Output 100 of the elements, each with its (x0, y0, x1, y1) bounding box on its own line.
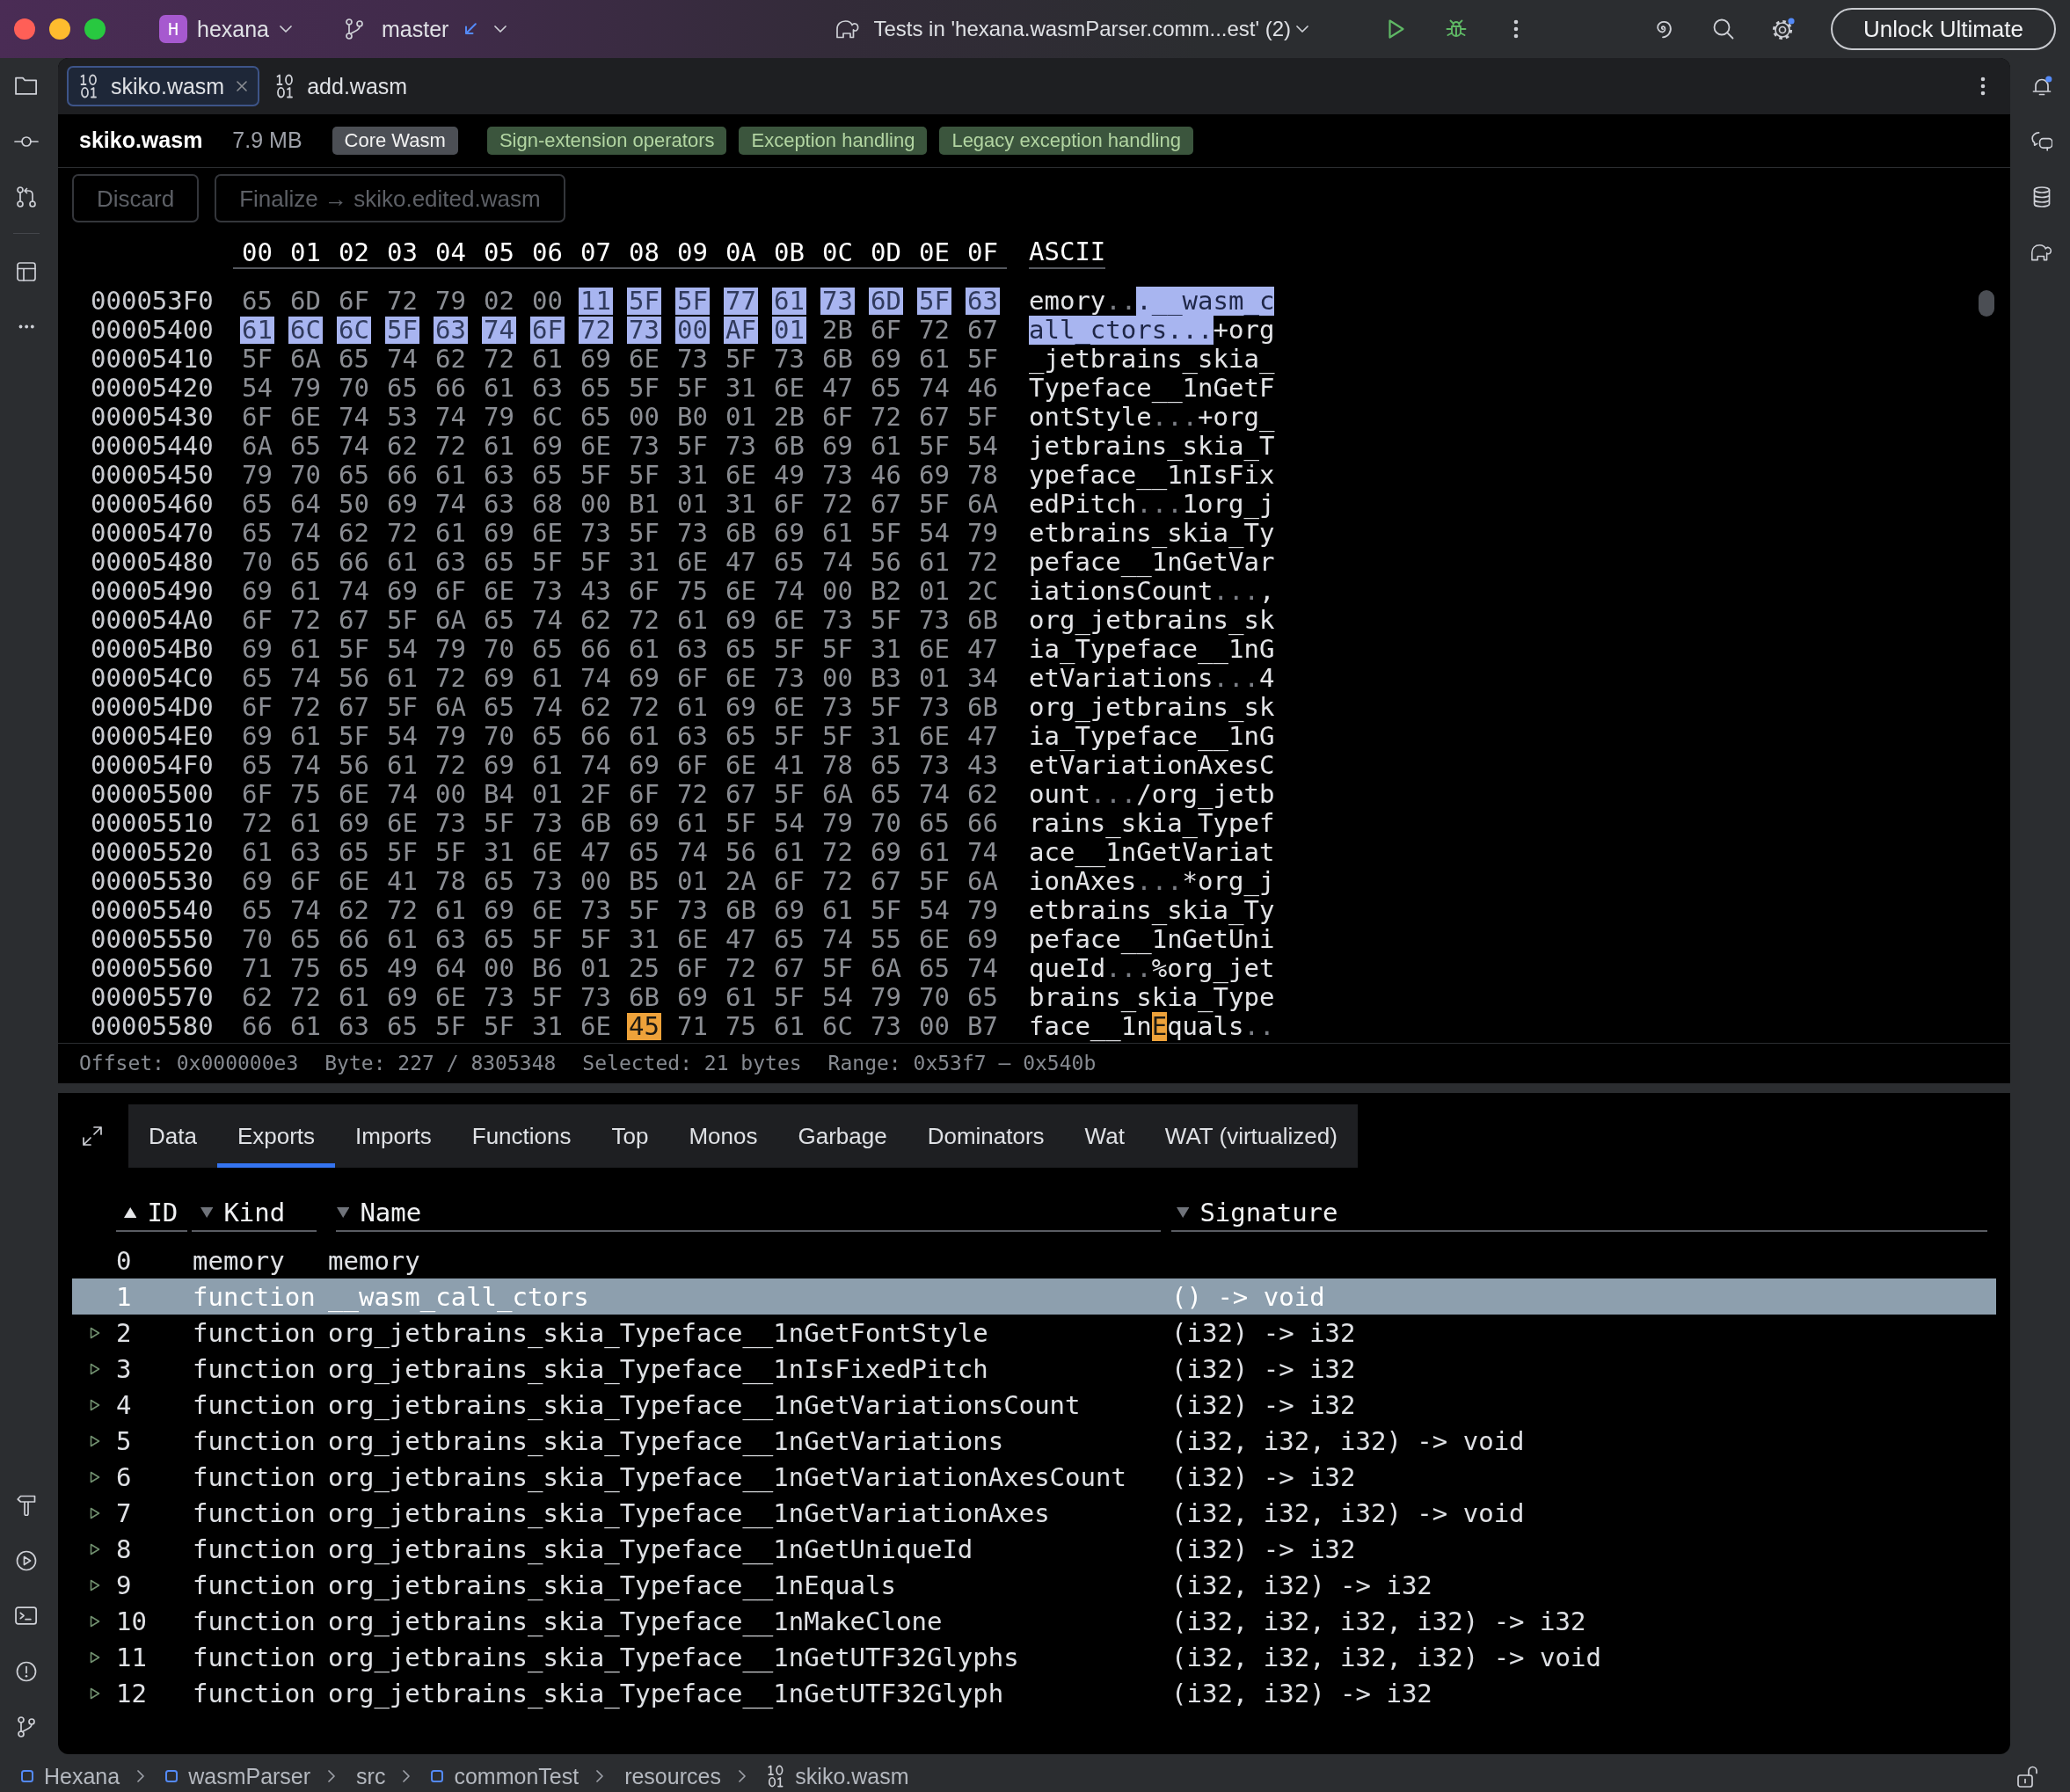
window-minimize-icon[interactable] (49, 18, 70, 40)
export-row[interactable]: 5 function org_jetbrains_skia_Typeface__1nGetVariations (i32, i32, i32) -> void (72, 1423, 1996, 1459)
disclosure-triangle-icon[interactable] (90, 1398, 100, 1411)
panel-tab[interactable]: Dominators (907, 1104, 1065, 1168)
panel-tab[interactable]: Data (128, 1104, 217, 1168)
hex-byte: 50 (338, 491, 370, 518)
hex-byte: 6F (628, 578, 660, 605)
play-circle-icon[interactable] (16, 1549, 37, 1571)
speech-bubbles-icon[interactable] (2030, 131, 2053, 151)
column-header[interactable]: ID (116, 1195, 187, 1232)
hex-byte: 2C (966, 578, 999, 605)
export-row[interactable]: 12 function org_jetbrains_skia_Typeface__1nGetUTF32Glyph (i32, i32) -> i32 (72, 1675, 1996, 1711)
disclosure-triangle-icon[interactable] (90, 1434, 100, 1447)
disclosure-triangle-icon[interactable] (90, 1686, 100, 1700)
commit-icon[interactable] (14, 135, 39, 147)
disclosure-triangle-icon[interactable] (90, 1578, 100, 1592)
offset-label: 00005530 (91, 867, 214, 896)
export-row[interactable]: 11 function org_jetbrains_skia_Typeface__1nGetUTF32Glyphs (i32, i32, i32, i32) -> void (72, 1639, 1996, 1675)
export-id: 5 (116, 1424, 132, 1457)
panel-tab[interactable]: Functions (451, 1104, 592, 1168)
branch-icon[interactable] (18, 1716, 35, 1737)
column-header[interactable]: Name (336, 1195, 1161, 1232)
panel-tab[interactable]: Wat (1064, 1104, 1145, 1168)
panel-layout-icon[interactable] (17, 261, 36, 281)
export-row[interactable]: 2 function org_jetbrains_skia_Typeface__1nGetFontStyle (i32) -> i32 (72, 1315, 1996, 1351)
branch-selector[interactable]: master (346, 16, 507, 42)
run-configuration-selector[interactable]: Tests in 'hexana.wasmParser.comm...est' (2) (835, 16, 1309, 42)
hammer-icon[interactable] (17, 1494, 36, 1516)
hex-byte: 5F (628, 462, 660, 489)
exclamation-circle-icon[interactable] (16, 1660, 37, 1682)
hex-byte: 31 (870, 636, 902, 663)
export-name: __wasm_call_ctors (328, 1280, 589, 1313)
panel-tab[interactable]: Top (591, 1104, 669, 1168)
export-row[interactable]: 0 memory memory (72, 1242, 1996, 1278)
close-icon[interactable] (237, 81, 248, 91)
more-icon[interactable] (18, 324, 35, 329)
breadcrumb-item[interactable]: resources (624, 1762, 721, 1789)
search-icon[interactable] (1712, 18, 1734, 40)
padlock-icon[interactable] (2017, 1764, 2038, 1788)
editor-tab[interactable]: add.wasm (263, 66, 420, 106)
export-row[interactable]: 4 function org_jetbrains_skia_Typeface__1nGetVariationsCount (i32) -> i32 (72, 1387, 1996, 1423)
hex-byte: 69 (966, 926, 999, 953)
breadcrumb-item[interactable]: skiko.wasm (766, 1762, 909, 1789)
export-row[interactable]: 9 function org_jetbrains_skia_Typeface__1nEquals (i32, i32) -> i32 (72, 1567, 1996, 1603)
panel-tab[interactable]: Garbage (777, 1104, 907, 1168)
breadcrumb-item[interactable]: src (356, 1762, 386, 1789)
hex-byte: 61 (289, 636, 322, 663)
column-header[interactable]: Signature (1171, 1195, 1987, 1232)
column-header[interactable]: Kind (192, 1195, 317, 1232)
hex-byte: 69 (773, 520, 805, 547)
disclosure-triangle-icon[interactable] (90, 1506, 100, 1519)
hex-byte: 74 (338, 404, 370, 431)
disclosure-triangle-icon[interactable] (90, 1362, 100, 1375)
panel-tab[interactable]: Imports (335, 1104, 452, 1168)
bug-icon[interactable] (1445, 18, 1467, 40)
hex-byte: 61 (725, 984, 757, 1011)
breadcrumb-item[interactable]: Hexana (21, 1762, 120, 1789)
hex-byte: 70 (241, 926, 273, 953)
pull-request-icon[interactable] (17, 186, 36, 208)
disclosure-triangle-icon[interactable] (90, 1470, 100, 1483)
database-icon[interactable] (2033, 186, 2051, 208)
bell-icon[interactable] (2031, 75, 2052, 97)
panel-tab[interactable]: Monos (668, 1104, 778, 1168)
panel-tab[interactable]: Exports (216, 1104, 336, 1168)
disclosure-triangle-icon[interactable] (90, 1650, 100, 1664)
hex-byte: 5F (579, 462, 612, 489)
hex-byte: 61 (386, 926, 419, 953)
scrollbar-thumb[interactable] (1979, 290, 1994, 317)
folder-icon[interactable] (15, 76, 38, 95)
disclosure-triangle-icon[interactable] (90, 1326, 100, 1339)
hex-byte: 73 (918, 752, 951, 779)
panel-tab[interactable]: WAT (virtualized) (1144, 1104, 1358, 1168)
hex-byte: 73 (773, 665, 805, 692)
export-row[interactable]: 6 function org_jetbrains_skia_Typeface__1nGetVariationAxesCount (i32) -> i32 (72, 1459, 1996, 1495)
export-row[interactable]: 7 function org_jetbrains_skia_Typeface__1nGetVariationAxes (i32, i32, i32) -> void (72, 1495, 1996, 1531)
export-row[interactable]: 3 function org_jetbrains_skia_Typeface__1nIsFixedPitch (i32) -> i32 (72, 1351, 1996, 1387)
export-row[interactable]: 10 function org_jetbrains_skia_Typeface__1nMakeClone (i32, i32, i32, i32) -> i32 (72, 1603, 1996, 1639)
export-row[interactable]: 8 function org_jetbrains_skia_Typeface__1nGetUniqueId (i32) -> i32 (72, 1531, 1996, 1567)
elephant-icon[interactable] (2030, 243, 2053, 261)
hex-byte: 01 (772, 317, 806, 344)
unlock-button[interactable]: Unlock Ultimate (1830, 8, 2056, 50)
hex-byte: 73 (918, 694, 951, 721)
window-zoom-icon[interactable] (84, 18, 106, 40)
breadcrumb-item[interactable]: commonTest (431, 1762, 579, 1789)
expand-icon[interactable] (82, 1125, 103, 1147)
ascii-text: edPitch...1org_j (1029, 490, 1275, 519)
offset-label: 00005520 (91, 838, 214, 867)
terminal-icon[interactable] (15, 1606, 38, 1625)
editor-tab[interactable]: skiko.wasm (67, 66, 260, 106)
play-icon[interactable] (1387, 18, 1405, 40)
disclosure-triangle-icon[interactable] (90, 1614, 100, 1628)
hex-byte: 63 (531, 375, 564, 402)
settings-icon[interactable] (1771, 18, 1795, 40)
breadcrumb-item[interactable]: wasmParser (165, 1762, 311, 1789)
project-selector[interactable]: hexana (197, 16, 293, 42)
more-icon[interactable] (1512, 19, 1519, 39)
hex-byte: 5F (870, 520, 902, 547)
window-close-icon[interactable] (14, 18, 35, 40)
disclosure-triangle-icon[interactable] (90, 1542, 100, 1555)
more-icon[interactable] (1980, 76, 1986, 96)
